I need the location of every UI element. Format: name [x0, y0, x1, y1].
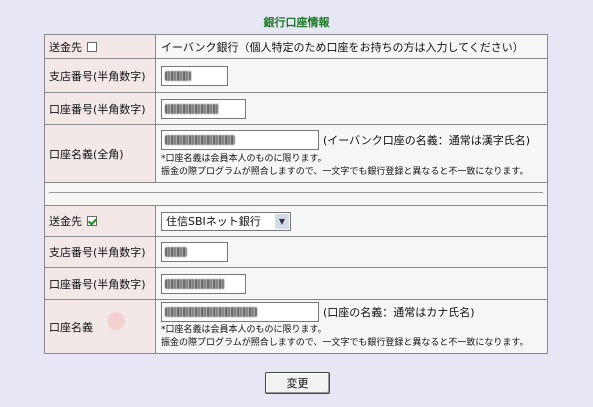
send-label: 送金先: [49, 215, 82, 228]
send-label: 送金先: [49, 40, 82, 54]
account-row-1: 口座番号(半角数字): [45, 93, 547, 124]
bank-select[interactable]: 住信SBIネット銀行 ▼: [161, 211, 291, 231]
branch-number-input-sbi[interactable]: [161, 242, 228, 262]
chevron-down-icon[interactable]: ▼: [275, 213, 289, 229]
change-button[interactable]: 変更: [265, 372, 330, 394]
name-row-2: 口座名義 (口座の名義：通常はカナ氏名) *口座名義は会員本人のものに限ります。…: [45, 300, 547, 353]
branch-number-input[interactable]: [161, 65, 228, 86]
account-name-input-sbi[interactable]: [161, 302, 319, 322]
account-number-input-sbi[interactable]: [161, 273, 246, 294]
name-label: 口座名義: [49, 320, 93, 334]
name-note-2: 振金の際プログラムが照合しますので、一文字でも銀行登録と異なると不一致になります…: [161, 167, 529, 177]
send-bank-text: イーバンク銀行（個人特定のため口座をお持ちの方は入力してください）: [161, 40, 524, 54]
branch-row-1: 支店番号(半角数字): [45, 59, 547, 92]
account-row-2: 口座番号(半角数字): [45, 268, 547, 299]
branch-label: 支店番号(半角数字): [49, 246, 146, 259]
name-label: 口座名義(全角): [49, 147, 124, 161]
name-note-2: 振金の際プログラムが照合しますので、一文字でも銀行登録と異なると不一致になります…: [161, 338, 529, 348]
name-row-1: 口座名義(全角) (イーバンク口座の名義：通常は漢字氏名) *口座名義は会員本人…: [45, 125, 547, 182]
send-row-2: 送金先 住信SBIネット銀行 ▼: [45, 206, 547, 236]
send-checkbox-ebank[interactable]: [87, 41, 97, 52]
name-note-1: *口座名義は会員本人のものに限ります。: [161, 154, 327, 164]
account-label: 口座番号(半角数字): [49, 277, 146, 291]
account-label: 口座番号(半角数字): [49, 102, 146, 116]
page-title: 銀行口座情報: [263, 16, 330, 29]
section-divider: [45, 183, 547, 205]
send-row-1: 送金先 イーバンク銀行（個人特定のため口座をお持ちの方は入力してください）: [45, 35, 547, 58]
account-name-input[interactable]: [161, 130, 319, 150]
name-hint: (口座の名義：通常はカナ氏名): [323, 306, 475, 319]
name-hint: (イーバンク口座の名義：通常は漢字氏名): [323, 134, 531, 147]
branch-row-2: 支店番号(半角数字): [45, 237, 547, 267]
account-number-input[interactable]: [161, 98, 246, 119]
branch-label: 支店番号(半角数字): [49, 69, 146, 83]
stamp-mark: [107, 312, 125, 330]
name-note-1: *口座名義は会員本人のものに限ります。: [161, 325, 327, 335]
bank-form-table: 送金先 イーバンク銀行（個人特定のため口座をお持ちの方は入力してください） 支店…: [44, 34, 548, 354]
bank-select-value: 住信SBIネット銀行: [166, 215, 261, 228]
send-checkbox-sbi[interactable]: [87, 216, 97, 226]
